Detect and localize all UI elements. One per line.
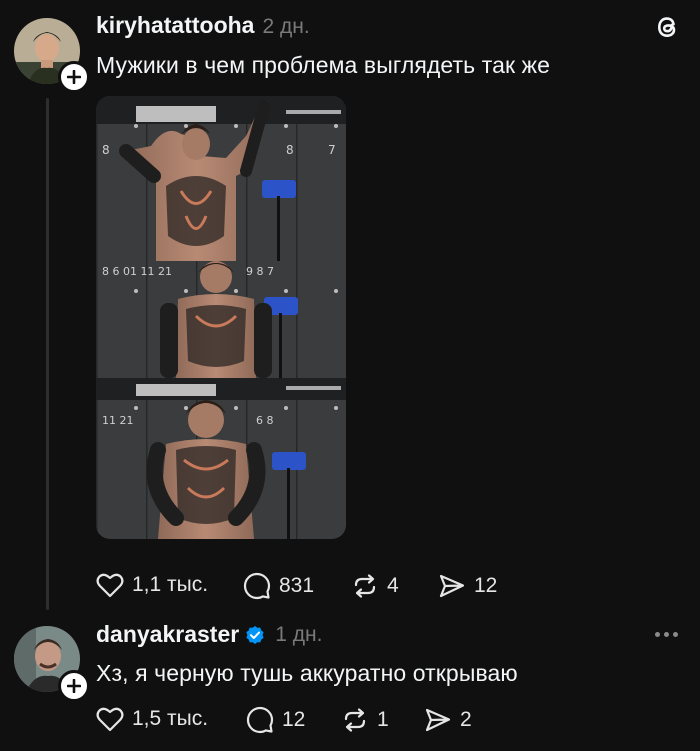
comment-button[interactable]: 12 [246, 706, 305, 734]
share-icon [425, 708, 451, 732]
heart-icon [96, 573, 124, 598]
more-options-button[interactable] [655, 632, 678, 637]
comment-button[interactable]: 831 [243, 572, 314, 600]
svg-text:8 6 01 11 21: 8 6 01 11 21 [102, 265, 172, 278]
post-text: Хз, я черную тушь аккуратно открываю [96, 660, 518, 686]
svg-text:9 8 7: 9 8 7 [246, 265, 274, 278]
repost-count: 4 [387, 574, 399, 597]
like-button[interactable]: 1,5 тыс. [96, 706, 208, 732]
like-count: 1,1 тыс. [132, 573, 209, 596]
share-count: 12 [474, 574, 498, 597]
like-button[interactable]: 1,1 тыс. [96, 572, 208, 598]
comment-count: 12 [282, 708, 306, 731]
post-image[interactable]: 8 7 8 8 6 01 11 21 9 8 7 11 21 6 8 [96, 96, 346, 539]
share-icon [439, 574, 465, 598]
follow-plus-button[interactable] [58, 61, 90, 93]
post-header: kiryhatattooha 2 дн. [96, 12, 310, 39]
more-icon [655, 632, 660, 637]
gym-selfie-photo: 8 7 8 8 6 01 11 21 9 8 7 11 21 6 8 [96, 96, 346, 539]
share-count: 2 [460, 708, 472, 731]
repost-icon [354, 574, 376, 598]
svg-text:7: 7 [328, 143, 336, 157]
repost-icon [344, 708, 366, 732]
heart-icon [96, 707, 124, 732]
follow-plus-button[interactable] [58, 670, 90, 702]
comment-icon [243, 572, 271, 600]
svg-text:8: 8 [102, 143, 110, 157]
plus-icon [67, 679, 81, 693]
like-count: 1,5 тыс. [132, 707, 209, 730]
timestamp: 1 дн. [275, 622, 323, 646]
thread-connector-line [46, 98, 49, 610]
plus-icon [67, 70, 81, 84]
comment-icon [246, 706, 274, 734]
timestamp: 2 дн. [262, 15, 310, 38]
repost-button[interactable]: 4 [351, 572, 399, 600]
share-button[interactable]: 12 [438, 572, 497, 600]
comment-count: 831 [279, 574, 315, 597]
share-button[interactable]: 2 [424, 706, 472, 734]
svg-text:11 21: 11 21 [102, 414, 134, 427]
username[interactable]: kiryhatattooha [96, 12, 254, 39]
verified-badge-icon [246, 625, 264, 644]
post-header: danyakraster 1 дн. [96, 621, 322, 648]
repost-button[interactable]: 1 [341, 706, 389, 734]
svg-text:6 8: 6 8 [256, 414, 274, 427]
threads-logo-icon[interactable] [652, 12, 682, 42]
svg-text:8: 8 [286, 143, 294, 157]
username[interactable]: danyakraster [96, 621, 239, 648]
post-text: Мужики в чем проблема выглядеть так же [96, 52, 551, 78]
repost-count: 1 [377, 708, 389, 731]
